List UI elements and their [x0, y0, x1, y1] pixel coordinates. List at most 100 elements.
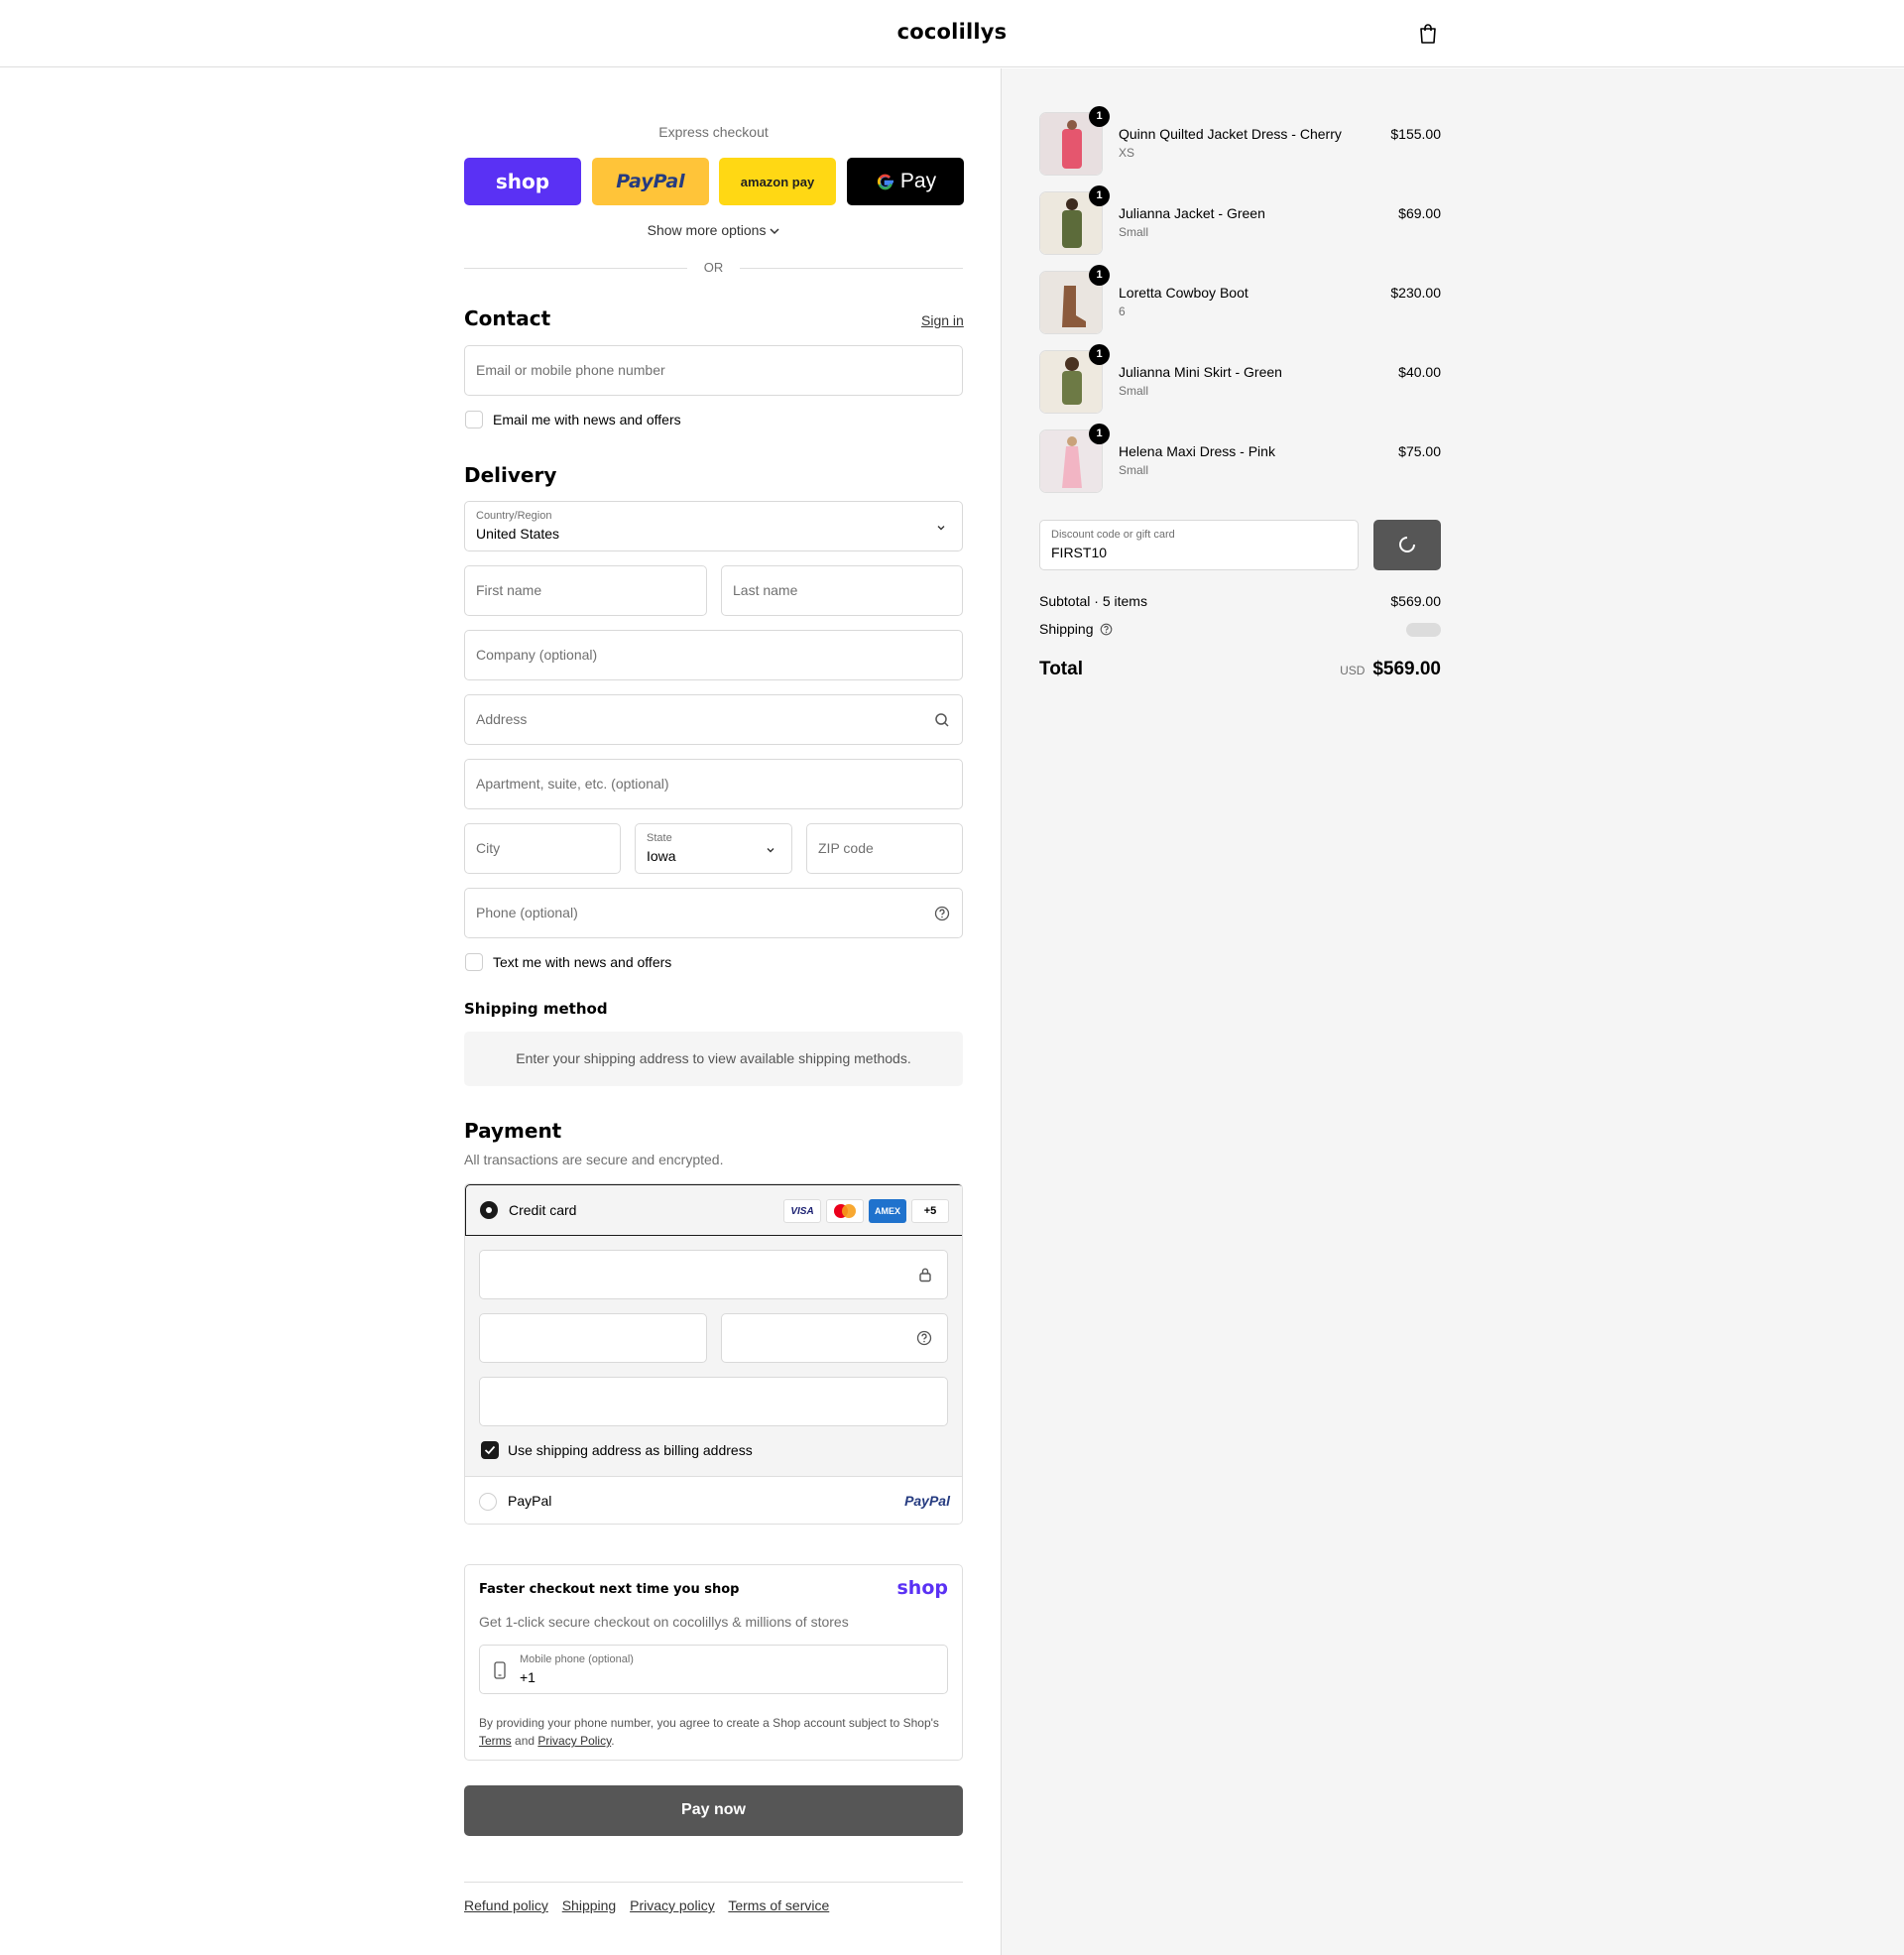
item-name: Loretta Cowboy Boot	[1119, 285, 1249, 301]
company-field[interactable]: Company (optional)	[464, 630, 963, 680]
shipping-loading-placeholder	[1406, 623, 1441, 637]
country-select[interactable]: Country/Region United States	[464, 501, 963, 551]
email-news-checkbox[interactable]	[465, 411, 483, 428]
pay-now-button[interactable]: Pay now	[464, 1785, 963, 1836]
search-icon	[935, 713, 949, 727]
text-news-checkbox[interactable]	[465, 953, 483, 971]
paypal-option[interactable]: PayPal PayPal	[465, 1476, 962, 1524]
card-number-field[interactable]	[479, 1250, 948, 1299]
item-price: $69.00	[1398, 205, 1441, 221]
email-field[interactable]: Email or mobile phone number	[464, 345, 963, 396]
shop-phone-label: Mobile phone (optional)	[520, 1653, 634, 1665]
terms-of-service-link[interactable]: Terms of service	[728, 1897, 829, 1913]
item-variant: Small	[1119, 384, 1149, 398]
credit-card-radio[interactable]	[480, 1201, 498, 1219]
store-logo[interactable]: cocolillys	[0, 20, 1904, 44]
item-name: Quinn Quilted Jacket Dress - Cherry	[1119, 126, 1342, 142]
discount-code-field[interactable]: Discount code or gift card FIRST10	[1039, 520, 1359, 570]
sign-in-link[interactable]: Sign in	[921, 312, 964, 328]
express-checkout-label: Express checkout	[658, 124, 769, 140]
quantity-badge: 1	[1089, 106, 1110, 127]
first-name-field[interactable]: First name	[464, 565, 707, 616]
chevron-down-icon	[937, 526, 945, 531]
paypal-radio[interactable]	[479, 1493, 497, 1511]
footer-divider	[464, 1882, 963, 1883]
amazon-pay-button[interactable]: amazon pay	[719, 158, 836, 205]
billing-address-label: Use shipping address as billing address	[508, 1442, 753, 1458]
email-placeholder: Email or mobile phone number	[476, 362, 665, 378]
header: cocolillys	[0, 0, 1904, 67]
discount-value: FIRST10	[1051, 545, 1108, 560]
billing-address-checkbox[interactable]	[481, 1441, 499, 1459]
line-item: 1 Loretta Cowboy Boot 6 $230.00	[1039, 265, 1441, 334]
line-item: 1 Julianna Jacket - Green Small $69.00	[1039, 185, 1441, 255]
help-icon[interactable]	[916, 1330, 932, 1346]
paypal-button[interactable]: PayPal	[592, 158, 709, 205]
amex-icon: AMEX	[869, 1199, 906, 1223]
terms-link[interactable]: Terms	[479, 1734, 512, 1748]
total-row: Total USD $569.00	[1039, 659, 1441, 680]
subtotal-value: $569.00	[1390, 593, 1441, 609]
item-variant: Small	[1119, 463, 1149, 477]
apartment-field[interactable]: Apartment, suite, etc. (optional)	[464, 759, 963, 809]
credit-card-option[interactable]: Credit card VISA AMEX +5	[465, 1184, 962, 1236]
address-field[interactable]: Address	[464, 694, 963, 745]
google-g-icon	[877, 174, 893, 190]
disclaimer-text: By providing your phone number, you agre…	[479, 1716, 939, 1730]
payment-methods: Credit card VISA AMEX +5 Use shipping ad…	[464, 1183, 963, 1525]
shipping-policy-link[interactable]: Shipping	[562, 1897, 617, 1913]
or-divider: OR	[464, 260, 963, 276]
privacy-policy-link[interactable]: Privacy policy	[630, 1897, 715, 1913]
line-item: 1 Julianna Mini Skirt - Green Small $40.…	[1039, 344, 1441, 414]
security-code-field[interactable]	[721, 1313, 948, 1363]
state-label: State	[647, 832, 672, 844]
city-field[interactable]: City	[464, 823, 621, 874]
paypal-logo: PayPal	[616, 171, 685, 192]
shop-card-subtitle: Get 1-click secure checkout on cocolilly…	[479, 1614, 849, 1630]
chevron-down-icon	[767, 848, 774, 853]
shopping-bag-icon[interactable]	[1418, 23, 1438, 45]
visa-icon: VISA	[783, 1199, 821, 1223]
shop-pay-button[interactable]: shop	[464, 158, 581, 205]
show-more-options[interactable]: Show more options	[464, 222, 963, 238]
item-price: $75.00	[1398, 443, 1441, 459]
address-placeholder: Address	[476, 711, 528, 727]
phone-field[interactable]: Phone (optional)	[464, 888, 963, 938]
text-news-label: Text me with news and offers	[493, 954, 672, 970]
apply-discount-button[interactable]	[1373, 520, 1441, 570]
shop-phone-field[interactable]: Mobile phone (optional) +1	[479, 1645, 948, 1694]
quantity-badge: 1	[1089, 344, 1110, 365]
total-value: $569.00	[1372, 659, 1441, 679]
shop-logo: shop	[896, 1577, 949, 1599]
amazon-pay-logo: amazon pay	[740, 174, 815, 189]
shop-pay-signup: Faster checkout next time you shop shop …	[464, 1564, 963, 1761]
help-icon[interactable]	[1100, 623, 1113, 636]
item-name: Julianna Mini Skirt - Green	[1119, 364, 1282, 380]
shipping-method-heading: Shipping method	[464, 1000, 608, 1018]
disclaimer-period: .	[611, 1734, 615, 1748]
discount-label: Discount code or gift card	[1051, 529, 1175, 541]
state-select[interactable]: State Iowa	[635, 823, 792, 874]
quantity-badge: 1	[1089, 424, 1110, 444]
item-variant: Small	[1119, 225, 1149, 239]
shipping-row: Shipping	[1039, 621, 1441, 637]
google-pay-button[interactable]: Pay	[847, 158, 964, 205]
expiration-field[interactable]	[479, 1313, 707, 1363]
name-on-card-field[interactable]	[479, 1377, 948, 1426]
total-label: Total	[1039, 659, 1083, 679]
shop-phone-value: +1	[520, 1669, 536, 1685]
refund-policy-link[interactable]: Refund policy	[464, 1897, 548, 1913]
gpay-label: Pay	[899, 170, 937, 192]
paypal-option-label: PayPal	[508, 1493, 552, 1509]
item-price: $40.00	[1398, 364, 1441, 380]
line-item: 1 Quinn Quilted Jacket Dress - Cherry XS…	[1039, 106, 1441, 176]
help-icon[interactable]	[934, 906, 950, 921]
delivery-heading: Delivery	[464, 463, 557, 487]
country-label: Country/Region	[476, 510, 552, 522]
last-name-field[interactable]: Last name	[721, 565, 963, 616]
item-name: Julianna Jacket - Green	[1119, 205, 1265, 221]
zip-field[interactable]: ZIP code	[806, 823, 963, 874]
mobile-phone-icon	[494, 1661, 506, 1679]
disclaimer-and: and	[515, 1734, 536, 1748]
privacy-link[interactable]: Privacy Policy	[537, 1734, 611, 1748]
